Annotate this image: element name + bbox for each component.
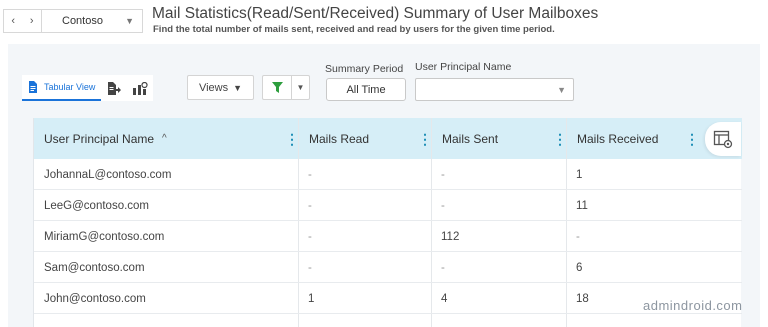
cell-mails-sent: - bbox=[441, 199, 445, 212]
table-row[interactable]: MiriamG@contoso.com - 112 - bbox=[34, 221, 742, 252]
grid-header-row: User Principal Name ^ ⋮ Mails Read ⋮ Mai… bbox=[34, 118, 742, 159]
column-header-label: Mails Read bbox=[309, 131, 370, 146]
page-title: Mail Statistics(Read/Sent/Received) Summ… bbox=[152, 5, 599, 22]
tenant-name: Contoso bbox=[62, 15, 103, 27]
tenant-selector[interactable]: Contoso ▼ bbox=[41, 9, 143, 33]
column-header-mails-received[interactable]: Mails Received bbox=[567, 118, 701, 159]
column-menu-icon[interactable]: ⋮ bbox=[685, 130, 699, 147]
column-menu-icon[interactable]: ⋮ bbox=[553, 130, 567, 147]
chart-view-icon bbox=[133, 81, 148, 95]
page-subtitle: Find the total number of mails sent, rec… bbox=[153, 24, 555, 35]
column-header-mails-sent[interactable]: Mails Sent bbox=[432, 118, 566, 159]
cell-mails-sent: - bbox=[441, 261, 445, 274]
cell-mails-received: 6 bbox=[576, 261, 583, 274]
cell-upn: JohannaL@contoso.com bbox=[44, 168, 172, 181]
export-report-button[interactable] bbox=[101, 75, 127, 101]
watermark: admindroid.com bbox=[643, 298, 743, 313]
views-dropdown[interactable]: Views ▼ bbox=[187, 75, 254, 100]
tab-tabular-label: Tabular View bbox=[44, 82, 96, 92]
upn-filter-select[interactable]: ▼ bbox=[415, 78, 574, 101]
column-menu-icon[interactable]: ⋮ bbox=[418, 130, 432, 147]
data-grid: User Principal Name ^ ⋮ Mails Read ⋮ Mai… bbox=[33, 118, 742, 327]
column-header-label: Mails Sent bbox=[442, 131, 499, 146]
filter-button[interactable]: ▼ bbox=[262, 75, 310, 100]
cell-mails-read: 1 bbox=[308, 292, 315, 305]
view-tabs: Tabular View bbox=[22, 75, 154, 101]
column-menu-icon[interactable]: ⋮ bbox=[285, 130, 299, 147]
chart-view-button[interactable] bbox=[127, 75, 153, 101]
cell-mails-read: - bbox=[308, 168, 312, 181]
export-report-icon bbox=[108, 81, 122, 95]
upn-filter-label: User Principal Name bbox=[415, 61, 512, 73]
cell-mails-received: - bbox=[576, 230, 580, 243]
table-row[interactable]: John@contoso.com 1 4 18 bbox=[34, 283, 742, 314]
table-row[interactable]: Sam@contoso.com - - 6 bbox=[34, 252, 742, 283]
cell-upn: Sam@contoso.com bbox=[44, 261, 145, 274]
cell-upn: MiriamG@contoso.com bbox=[44, 230, 165, 243]
cell-mails-read: - bbox=[308, 230, 312, 243]
apply-filter-button[interactable] bbox=[263, 76, 292, 99]
chevron-left-icon[interactable]: ‹ bbox=[11, 15, 15, 27]
chevron-right-icon[interactable]: › bbox=[30, 15, 34, 27]
views-label: Views bbox=[198, 81, 229, 94]
tab-tabular-view[interactable]: Tabular View bbox=[22, 75, 102, 101]
document-icon bbox=[29, 81, 37, 93]
history-nav: ‹ › bbox=[3, 9, 41, 33]
cell-upn: LeeG@contoso.com bbox=[44, 199, 150, 212]
chevron-down-icon: ▼ bbox=[125, 16, 134, 26]
column-header-label: User Principal Name bbox=[44, 131, 155, 146]
sort-ascending-icon[interactable]: ^ bbox=[162, 133, 167, 144]
chevron-down-icon: ▼ bbox=[557, 85, 566, 95]
column-header-mails-read[interactable]: Mails Read bbox=[299, 118, 431, 159]
cell-mails-received: 18 bbox=[576, 292, 589, 305]
table-row[interactable]: JohannaL@contoso.com - - 1 bbox=[34, 159, 742, 190]
filter-dropdown-caret[interactable]: ▼ bbox=[292, 83, 309, 92]
cell-mails-received: 11 bbox=[576, 199, 588, 212]
funnel-icon bbox=[271, 82, 283, 93]
cell-mails-sent: 4 bbox=[441, 292, 448, 305]
column-settings-icon bbox=[713, 130, 733, 149]
cell-mails-sent: - bbox=[441, 168, 445, 181]
column-chooser-button[interactable] bbox=[705, 122, 741, 156]
table-row[interactable]: LeeG@contoso.com - - 11 bbox=[34, 190, 742, 221]
cell-mails-read: - bbox=[308, 199, 312, 212]
cell-mails-sent: 112 bbox=[441, 230, 460, 243]
summary-period-label: Summary Period bbox=[325, 63, 404, 75]
cell-mails-read: - bbox=[308, 261, 312, 274]
summary-period-button[interactable]: All Time bbox=[326, 78, 406, 101]
caret-down-icon: ▼ bbox=[233, 82, 243, 93]
column-header-upn[interactable]: User Principal Name ^ bbox=[34, 118, 298, 159]
column-header-label: Mails Received bbox=[577, 131, 659, 146]
cell-upn: John@contoso.com bbox=[44, 292, 146, 305]
cell-mails-received: 1 bbox=[576, 168, 583, 181]
